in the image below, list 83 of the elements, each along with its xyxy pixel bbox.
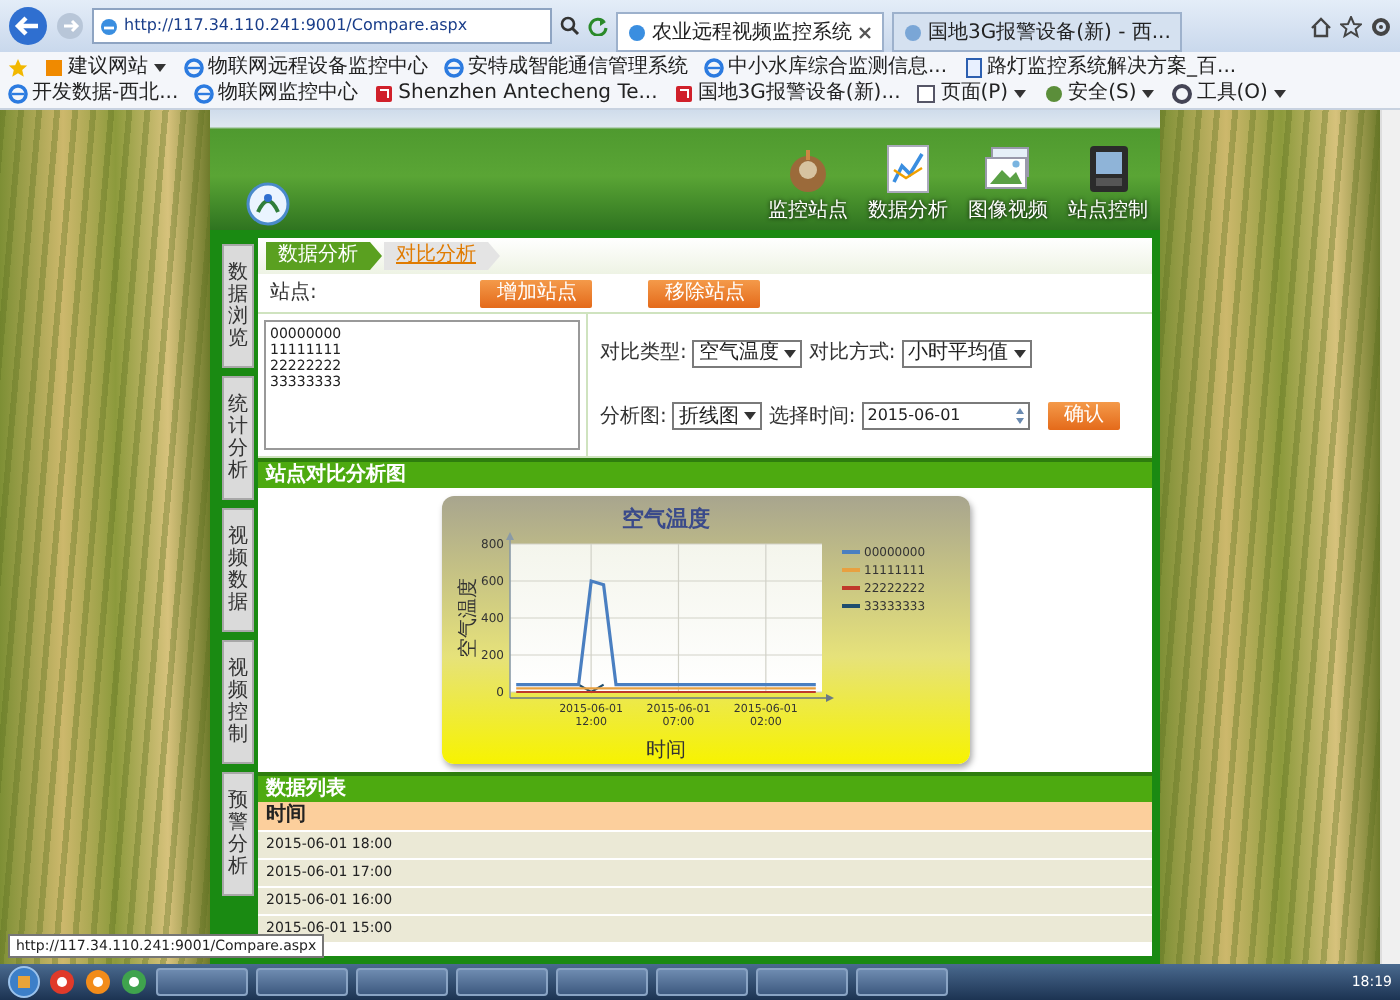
back-button[interactable]: [8, 6, 48, 46]
favorite-link[interactable]: 开发数据-西北...: [8, 80, 179, 106]
e-logo-icon: [184, 57, 204, 77]
e-logo-icon: [8, 83, 28, 103]
menu-icon: [1044, 83, 1065, 103]
section-header: 站点对比分析图: [258, 458, 1152, 488]
favorites-star-icon[interactable]: [8, 57, 28, 77]
caret-icon: [1271, 85, 1288, 101]
side-tab[interactable]: 预警分析: [222, 772, 254, 896]
menu-icon: [1172, 83, 1193, 103]
favorite-link[interactable]: 国地3G报警设备(新)...: [673, 80, 901, 106]
column-header: 时间: [258, 802, 1152, 830]
page-icon: [904, 23, 922, 41]
app-icon[interactable]: [48, 968, 76, 996]
caret-icon: [1012, 85, 1029, 101]
e-logo-icon: [194, 83, 215, 103]
taskbar-button[interactable]: [856, 968, 948, 996]
side-tab[interactable]: 统计分析: [222, 376, 254, 500]
square-icon: [44, 57, 64, 77]
axis-title: 时间: [645, 740, 685, 762]
app-icon[interactable]: [84, 968, 112, 996]
dropdown[interactable]: 折线图: [672, 402, 763, 431]
side-tab[interactable]: 视频数据: [222, 508, 254, 632]
caret-icon: [1011, 345, 1028, 362]
spinner-icon[interactable]: [1013, 406, 1026, 427]
taskbar-button[interactable]: [556, 968, 648, 996]
dropdown[interactable]: 空气温度: [692, 339, 803, 368]
caret-icon: [782, 345, 799, 362]
caret-icon: [152, 59, 168, 75]
date-field[interactable]: 2015-06-01: [861, 402, 1030, 431]
nav-link[interactable]: 图像视频: [968, 196, 1048, 226]
favorite-link[interactable]: 中小水库综合监测信息...: [704, 54, 948, 80]
menu-icon: [916, 83, 937, 103]
field-label: 站点:: [270, 279, 317, 308]
home-icon[interactable]: [1310, 15, 1332, 37]
address-field[interactable]: http://117.34.110.241:9001/Compare.aspx: [92, 8, 552, 44]
app-icon: [673, 83, 694, 103]
favorite-link[interactable]: 物联网监控中心: [194, 80, 359, 106]
axis-title: 空气温度: [457, 578, 479, 658]
refresh-icon[interactable]: [588, 16, 608, 36]
page-icon: [100, 17, 118, 35]
star-icon[interactable]: [1340, 15, 1362, 37]
taskbar-button[interactable]: [356, 968, 448, 996]
browser-tab[interactable]: 国地3G报警设备(新) - 西...: [892, 12, 1183, 52]
e-logo-icon: [444, 57, 464, 77]
settings-icon[interactable]: [1370, 15, 1392, 37]
nav-link[interactable]: 站点控制: [1068, 196, 1148, 226]
favorite-link[interactable]: 路灯监控系统解决方案_百...: [963, 54, 1237, 80]
field-label: 对比方式:: [808, 339, 896, 369]
taskbar-button[interactable]: [656, 968, 748, 996]
favorite-link[interactable]: 安特成智能通信管理系统: [444, 54, 688, 80]
taskbar-button[interactable]: [456, 968, 548, 996]
dropdown[interactable]: 小时平均值: [901, 339, 1032, 368]
browser-tab[interactable]: 农业远程视频监控系统: [616, 12, 884, 52]
field-label: 分析图:: [600, 403, 667, 432]
caret-icon: [742, 408, 759, 425]
nav-link[interactable]: 监控站点: [768, 196, 848, 226]
toolbar-menu[interactable]: 工具(O): [1172, 80, 1288, 106]
start-button[interactable]: [8, 966, 40, 998]
field-label: 对比类型:: [600, 339, 687, 369]
side-tab[interactable]: 视频控制: [222, 640, 254, 764]
e-logo-icon: [704, 57, 724, 77]
nav-link[interactable]: 数据分析: [868, 196, 948, 226]
favorite-link[interactable]: Shenzhen Antecheng Te...: [374, 80, 658, 106]
scroll-bar[interactable]: [1380, 110, 1400, 964]
search-icon[interactable]: [560, 16, 580, 36]
caret-icon: [1140, 85, 1157, 101]
page-icon: [963, 57, 984, 77]
page-icon: [628, 23, 646, 41]
close-icon[interactable]: [858, 25, 872, 39]
app-icon: [374, 83, 395, 103]
field-label: 选择时间:: [768, 403, 856, 432]
app-icon[interactable]: [120, 968, 148, 996]
toolbar-menu[interactable]: 安全(S): [1044, 80, 1157, 106]
toolbar-menu[interactable]: 页面(P): [916, 80, 1029, 106]
taskbar-button[interactable]: [756, 968, 848, 996]
logo-icon: [246, 182, 290, 226]
side-tab[interactable]: 数据浏览: [222, 244, 254, 368]
favorite-link[interactable]: 物联网远程设备监控中心: [184, 54, 428, 80]
taskbar-button[interactable]: [256, 968, 348, 996]
favorite-link[interactable]: 建议网站: [44, 54, 168, 80]
section-header: 数据列表: [258, 772, 1152, 802]
chart-title: 空气温度: [621, 506, 709, 532]
